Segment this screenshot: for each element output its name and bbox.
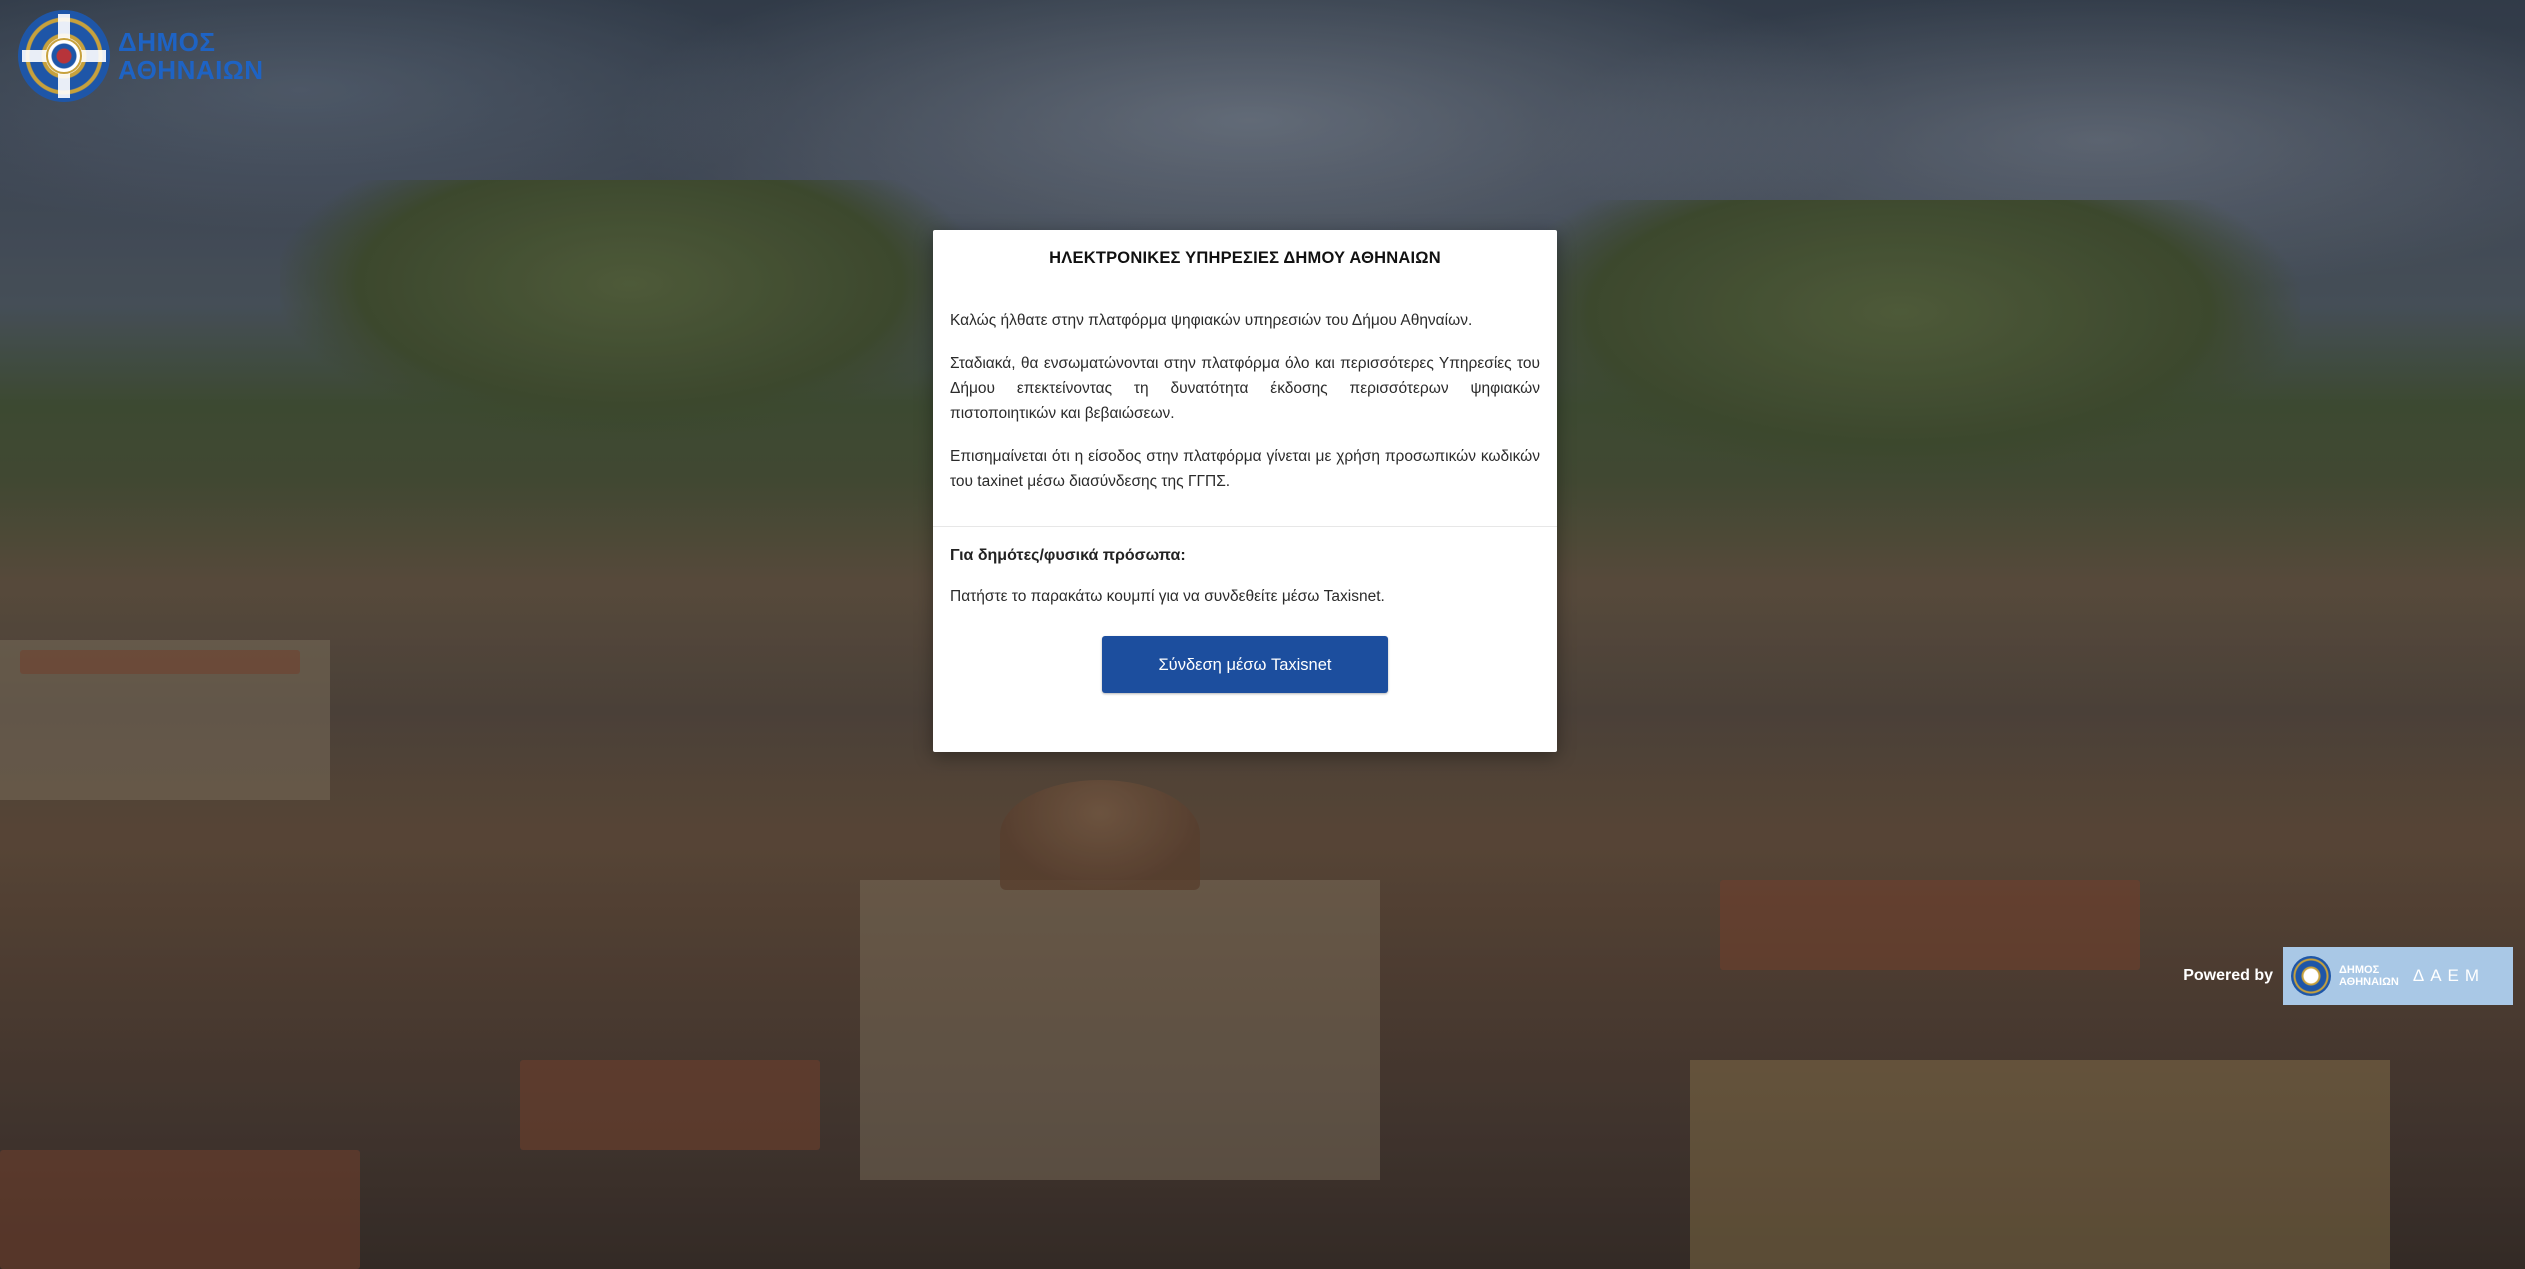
municipality-logo[interactable]: ΔΗΜΟΣ ΑΘΗΝΑΙΩΝ — [18, 10, 263, 102]
logo-line1: ΔΗΜΟΣ — [118, 27, 216, 57]
background-cityscape: ΔΗΜΟΣ ΑΘΗΝΑΙΩΝ ΗΛΕΚΤΡΟΝΙΚΕΣ ΥΠΗΡΕΣΙΕΣ ΔΗ… — [0, 0, 2525, 1269]
logo-line2: ΑΘΗΝΑΙΩΝ — [118, 55, 264, 85]
powered-by: Powered by ΔΗΜΟΣ ΑΘΗΝΑΙΩΝ ΔΑΕΜ — [2183, 947, 2513, 1005]
intro-paragraph: Σταδιακά, θα ενσωματώνονται στην πλατφόρ… — [950, 355, 1540, 422]
intro-paragraph: Επισημαίνεται ότι η είσοδος στην πλατφόρ… — [950, 448, 1540, 490]
intro-text: Καλώς ήλθατε στην πλατφόρμα ψηφιακών υπη… — [933, 308, 1557, 494]
badge-line2: ΑΘΗΝΑΙΩΝ — [2339, 976, 2399, 988]
badge-brand: ΔΑΕΜ — [2412, 966, 2486, 985]
emblem-icon — [18, 10, 110, 102]
welcome-modal: ΗΛΕΚΤΡΟΝΙΚΕΣ ΥΠΗΡΕΣΙΕΣ ΔΗΜΟΥ ΑΘΗΝΑΙΩΝ Κα… — [933, 230, 1557, 752]
powered-by-label: Powered by — [2183, 967, 2273, 984]
intro-paragraph: Καλώς ήλθατε στην πλατφόρμα ψηφιακών υπη… — [950, 312, 1473, 329]
daem-badge[interactable]: ΔΗΜΟΣ ΑΘΗΝΑΙΩΝ ΔΑΕΜ — [2283, 947, 2513, 1005]
modal-title: ΗΛΕΚΤΡΟΝΙΚΕΣ ΥΠΗΡΕΣΙΕΣ ΔΗΜΟΥ ΑΘΗΝΑΙΩΝ — [1049, 249, 1441, 267]
badge-name: ΔΗΜΟΣ ΑΘΗΝΑΙΩΝ — [2339, 964, 2399, 988]
divider — [933, 526, 1557, 527]
citizens-instructions: Πατήστε το παρακάτω κουμπί για να συνδεθ… — [950, 588, 1385, 605]
citizens-heading: Για δημότες/φυσικά πρόσωπα: — [950, 547, 1186, 564]
badge-line1: ΔΗΜΟΣ — [2339, 964, 2380, 976]
logo-text: ΔΗΜΟΣ ΑΘΗΝΑΙΩΝ — [118, 28, 263, 84]
taxisnet-login-button[interactable]: Σύνδεση μέσω Taxisnet — [1102, 636, 1388, 693]
emblem-icon — [2291, 956, 2331, 996]
